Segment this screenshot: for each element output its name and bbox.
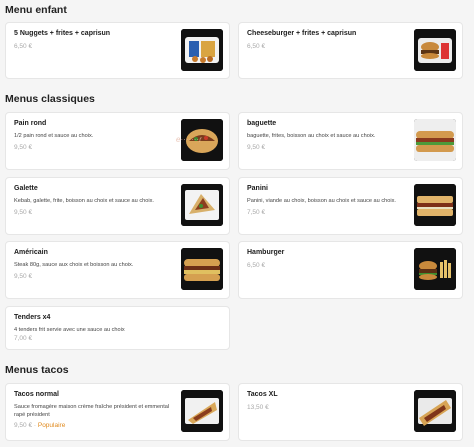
popular-badge: Populaire (37, 422, 66, 429)
menu-item-card-nuggets[interactable]: 5 Nuggets + frites + caprisun 6,50 € (5, 22, 230, 79)
menu-item-card-cheeseburger[interactable]: Cheeseburger + frites + caprisun 6,50 € (238, 22, 463, 79)
menu-item-name: Américain (14, 249, 48, 256)
menu-item-card-panini[interactable]: Panini Panini, viande au choix, boisson … (238, 177, 463, 235)
menu-item-price: 6,50 € (247, 262, 266, 269)
menu-item-card-americain[interactable]: Américain Steak 80g, sauce aux choix et … (5, 241, 230, 299)
section-title-menus-tacos: Menus tacos (5, 364, 69, 376)
menu-item-price: 9,50 € (14, 422, 33, 429)
menu-item-description: 4 tenders frit servie avec une sauce au … (14, 327, 125, 333)
menu-item-description: Panini, viande au choix, boisson au choi… (247, 198, 396, 204)
menu-item-name: Pain rond (14, 120, 47, 127)
menu-item-price: 6,50 € (14, 43, 33, 50)
section-title-menus-classiques: Menus classiques (5, 93, 95, 105)
menu-item-name: Panini (247, 185, 269, 192)
menu-item-price: 9,50 € (14, 273, 33, 280)
menu-item-description: 1/2 pain rond et sauce au choix. (14, 133, 94, 139)
menu-item-price: 13,50 € (247, 404, 269, 411)
menu-item-card-baguette[interactable]: baguette baguette, frites, boisson au ch… (238, 112, 463, 170)
tacos-xl-photo-icon (414, 390, 456, 432)
baguette-sandwich-photo-icon (414, 119, 456, 161)
hamburger-photo-icon (414, 248, 456, 290)
menu-item-name: 5 Nuggets + frites + caprisun (14, 30, 111, 37)
menu-item-price: 9,50 € (14, 209, 33, 216)
menu-item-name: Cheeseburger + frites + caprisun (247, 30, 357, 37)
menu-item-card-tacos-normal[interactable]: Tacos normal Sauce fromagère maison crèm… (5, 383, 230, 441)
galette-wrap-photo-icon (181, 184, 223, 226)
panini-photo-icon (414, 184, 456, 226)
menu-item-description: Kebab, galette, frite, boisson au choix … (14, 198, 154, 204)
menu-item-name: Tacos normal (14, 391, 59, 398)
cheeseburger-meal-photo-icon (414, 29, 456, 71)
menu-item-price: 6,50 € (247, 43, 266, 50)
menu-item-name: Hamburger (247, 249, 285, 256)
menu-item-description: Sauce fromagère maison crème fraîche pré… (14, 404, 170, 418)
menu-item-card-tenders[interactable]: Tenders x4 4 tenders frit servie avec un… (5, 306, 230, 350)
menu-item-price-row: 9,50 € · Populaire (14, 422, 65, 429)
menu-item-price: 9,50 € (14, 144, 33, 151)
menu-item-card-tacos-xl[interactable]: Tacos XL 13,50 € (238, 383, 463, 441)
menu-item-name: Galette (14, 185, 38, 192)
menu-item-name: baguette (247, 120, 277, 127)
americain-sandwich-photo-icon (181, 248, 223, 290)
menu-item-name: Tacos XL (247, 391, 278, 398)
menu-item-card-hamburger[interactable]: Hamburger 6,50 € (238, 241, 463, 299)
nuggets-meal-photo-icon (181, 29, 223, 71)
menu-item-card-galette[interactable]: Galette Kebab, galette, frite, boisson a… (5, 177, 230, 235)
menu-item-price: 9,50 € (247, 144, 266, 151)
menu-item-description: baguette, frites, boisson au choix et sa… (247, 133, 376, 139)
menu-item-name: Tenders x4 (14, 314, 51, 321)
section-title-menu-enfant: Menu enfant (5, 4, 67, 16)
menu-item-price: 7,50 € (247, 209, 266, 216)
watermark-text: e·······r (176, 135, 202, 144)
tacos-normal-photo-icon (181, 390, 223, 432)
menu-item-description: Steak 80g, sauce aux choix et boisson au… (14, 262, 134, 268)
menu-item-price: 7,00 € (14, 335, 33, 342)
